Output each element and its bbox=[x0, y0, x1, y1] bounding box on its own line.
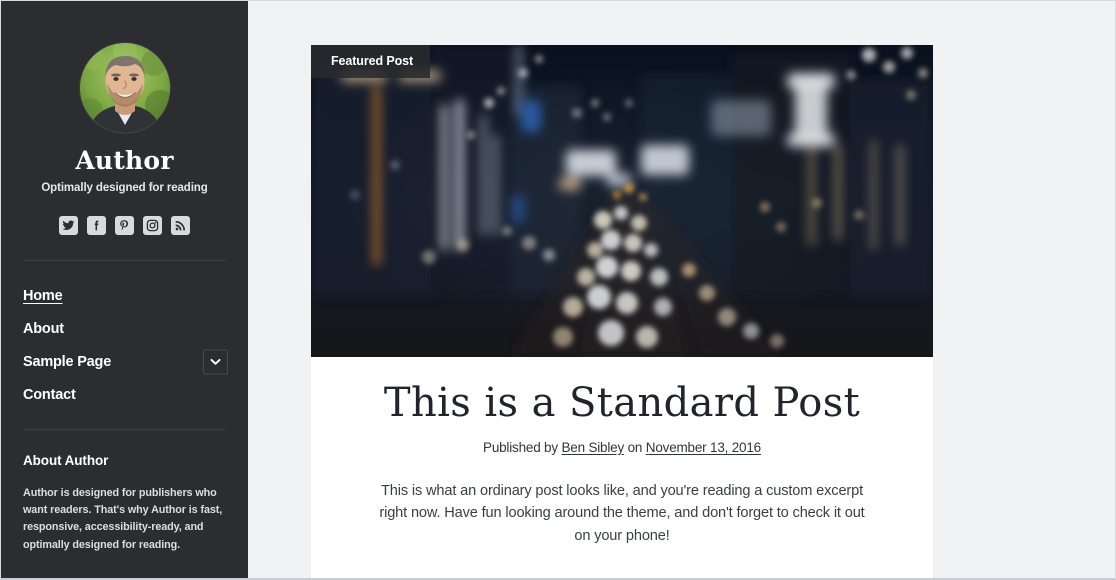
featured-post-card: Featured Post This is a Standard Post Pu… bbox=[311, 45, 933, 578]
published-by-label: Published by bbox=[483, 439, 558, 455]
post-author-link[interactable]: Ben Sibley bbox=[561, 440, 624, 455]
post-title: This is a Standard Post bbox=[383, 380, 861, 426]
rss-icon bbox=[174, 219, 187, 232]
submenu-toggle-button[interactable] bbox=[203, 349, 228, 375]
sidebar-divider-bottom bbox=[23, 428, 226, 430]
social-links bbox=[23, 215, 226, 235]
on-label: on bbox=[627, 439, 643, 455]
nav-item-contact[interactable]: Contact bbox=[23, 379, 226, 412]
widget-title: About Author bbox=[23, 452, 109, 468]
nav-label: Sample Page bbox=[23, 354, 112, 370]
social-link-instagram[interactable] bbox=[143, 215, 162, 235]
about-author-widget: About Author Author is designed for publ… bbox=[23, 453, 226, 555]
facebook-icon bbox=[90, 219, 103, 232]
social-link-pinterest[interactable] bbox=[115, 215, 134, 235]
social-link-twitter[interactable] bbox=[59, 215, 78, 235]
pinterest-icon bbox=[118, 219, 131, 232]
social-link-rss[interactable] bbox=[171, 215, 190, 235]
nav-item-home[interactable]: Home bbox=[23, 280, 226, 313]
widget-text: Author is designed for publishers who wa… bbox=[23, 486, 223, 551]
nav-label: About bbox=[23, 321, 64, 337]
post-body: This is a Standard Post Published by Ben… bbox=[311, 357, 933, 578]
social-link-facebook[interactable] bbox=[87, 215, 106, 235]
nav-item-about[interactable]: About bbox=[23, 313, 226, 346]
instagram-icon bbox=[146, 219, 159, 232]
avatar bbox=[79, 43, 170, 133]
post-meta: Published by Ben Sibley on November 13, … bbox=[353, 440, 891, 455]
avatar-wrapper bbox=[23, 1, 226, 133]
sidebar: Author Optimally designed for reading Ho… bbox=[1, 1, 248, 578]
featured-image[interactable]: Featured Post bbox=[311, 45, 933, 357]
browser-page: Author Optimally designed for reading Ho… bbox=[0, 0, 1116, 580]
post-date-link[interactable]: November 13, 2016 bbox=[646, 440, 761, 455]
nav-label: Contact bbox=[23, 387, 76, 403]
site-title: Author bbox=[75, 146, 174, 175]
nav-item-sample-page[interactable]: Sample Page bbox=[23, 346, 228, 379]
nav-label: Home bbox=[23, 288, 63, 304]
site-description: Optimally designed for reading bbox=[41, 181, 208, 194]
featured-post-badge: Featured Post bbox=[311, 45, 431, 78]
chevron-down-icon bbox=[210, 358, 221, 366]
post-excerpt: This is what an ordinary post looks like… bbox=[379, 482, 865, 544]
twitter-icon bbox=[62, 219, 75, 232]
main-content: Featured Post This is a Standard Post Pu… bbox=[248, 1, 1115, 578]
primary-navigation: Home About Sample Page Contact bbox=[23, 261, 228, 412]
